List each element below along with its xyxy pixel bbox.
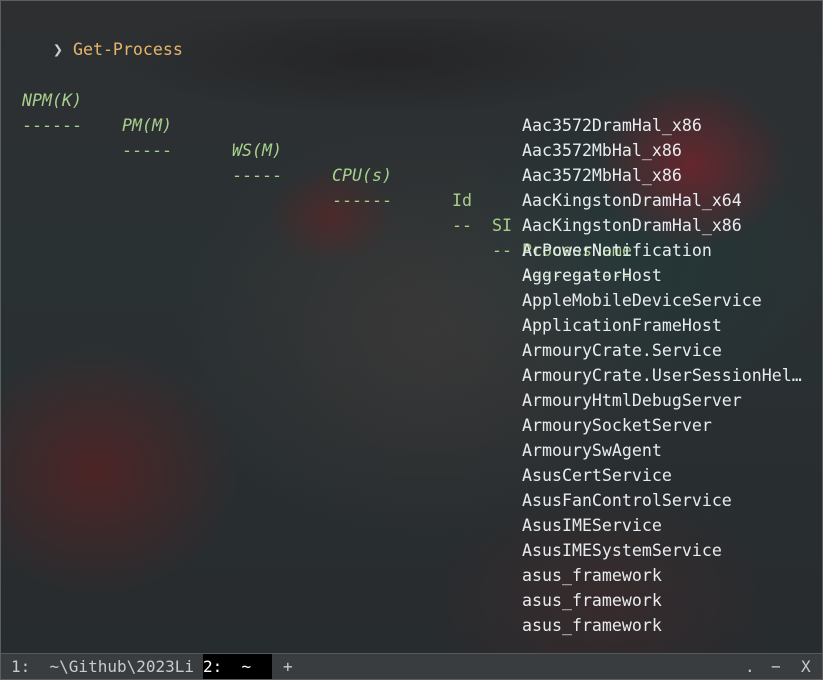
- process-name-cell: asus_framework: [522, 616, 662, 635]
- process-name-cell: ArmouryCrate.UserSessionHel…: [522, 366, 802, 385]
- column-header: SI: [492, 216, 512, 235]
- column-header: PM(M): [122, 116, 172, 135]
- process-name-cell: AsusCertService: [522, 466, 672, 485]
- column-separator: --: [492, 241, 512, 260]
- column-separator: ------: [332, 191, 392, 210]
- new-tab-button[interactable]: +: [283, 654, 293, 679]
- process-name-cell: ArmouryHtmlDebugServer: [522, 391, 742, 410]
- process-name-cell: AsusFanControlService: [522, 491, 732, 510]
- maximize-button[interactable]: −: [771, 654, 781, 679]
- column-header: WS(M): [232, 141, 282, 160]
- process-name-cell: AacKingstonDramHal_x64: [522, 191, 742, 210]
- tab-status-bar: 1: ~\Github\2023Li 2: ~ + . − X: [1, 653, 822, 679]
- process-name-cell: AggregatorHost: [522, 266, 662, 285]
- process-name-cell: ArmourySocketServer: [522, 416, 712, 435]
- prompt-line: ❯ Get-Process: [13, 12, 183, 59]
- process-name-cell: AppleMobileDeviceService: [522, 291, 762, 310]
- process-name-cell: asus_framework: [522, 566, 662, 585]
- process-name-cell: ArmouryCrate.Service: [522, 341, 722, 360]
- process-name-cell: asus_framework: [522, 591, 662, 610]
- process-name-cell: AacKingstonDramHal_x86: [522, 216, 742, 235]
- minimize-button[interactable]: .: [745, 654, 755, 679]
- process-name-cell: Aac3572MbHal_x86: [522, 141, 682, 160]
- process-name-cell: ArmourySwAgent: [522, 441, 662, 460]
- process-name-cell: Aac3572DramHal_x86: [522, 116, 702, 135]
- column-separator: -----: [122, 141, 172, 160]
- close-button[interactable]: X: [801, 654, 811, 679]
- command-text: Get-Process: [72, 40, 183, 59]
- process-name-cell: AsusIMESystemService: [522, 541, 722, 560]
- terminal-window[interactable]: ❯ Get-Process NPM(K) PM(M) WS(M) CPU(s) …: [0, 0, 823, 680]
- process-name-cell: AsusIMEService: [522, 516, 662, 535]
- tab-1[interactable]: 1: ~\Github\2023Li: [11, 654, 194, 679]
- table-separator-row: ------ ----- ----- ------ -- -- --------…: [1, 88, 632, 285]
- process-name-cell: Aac3572MbHal_x86: [522, 166, 682, 185]
- table-header-row: NPM(K) PM(M) WS(M) CPU(s) Id SI ProcessN…: [1, 63, 632, 260]
- column-header: CPU(s): [332, 166, 392, 185]
- process-name-cell: AcPowerNotification: [522, 241, 712, 260]
- column-separator: --: [452, 216, 472, 235]
- process-name-cell: ApplicationFrameHost: [522, 316, 722, 335]
- column-separator: ------: [22, 116, 82, 135]
- prompt-chevron-icon: ❯: [52, 40, 63, 59]
- column-separator: -----: [232, 166, 282, 185]
- tab-2-active[interactable]: 2: ~: [203, 654, 272, 679]
- column-header: Id: [452, 191, 472, 210]
